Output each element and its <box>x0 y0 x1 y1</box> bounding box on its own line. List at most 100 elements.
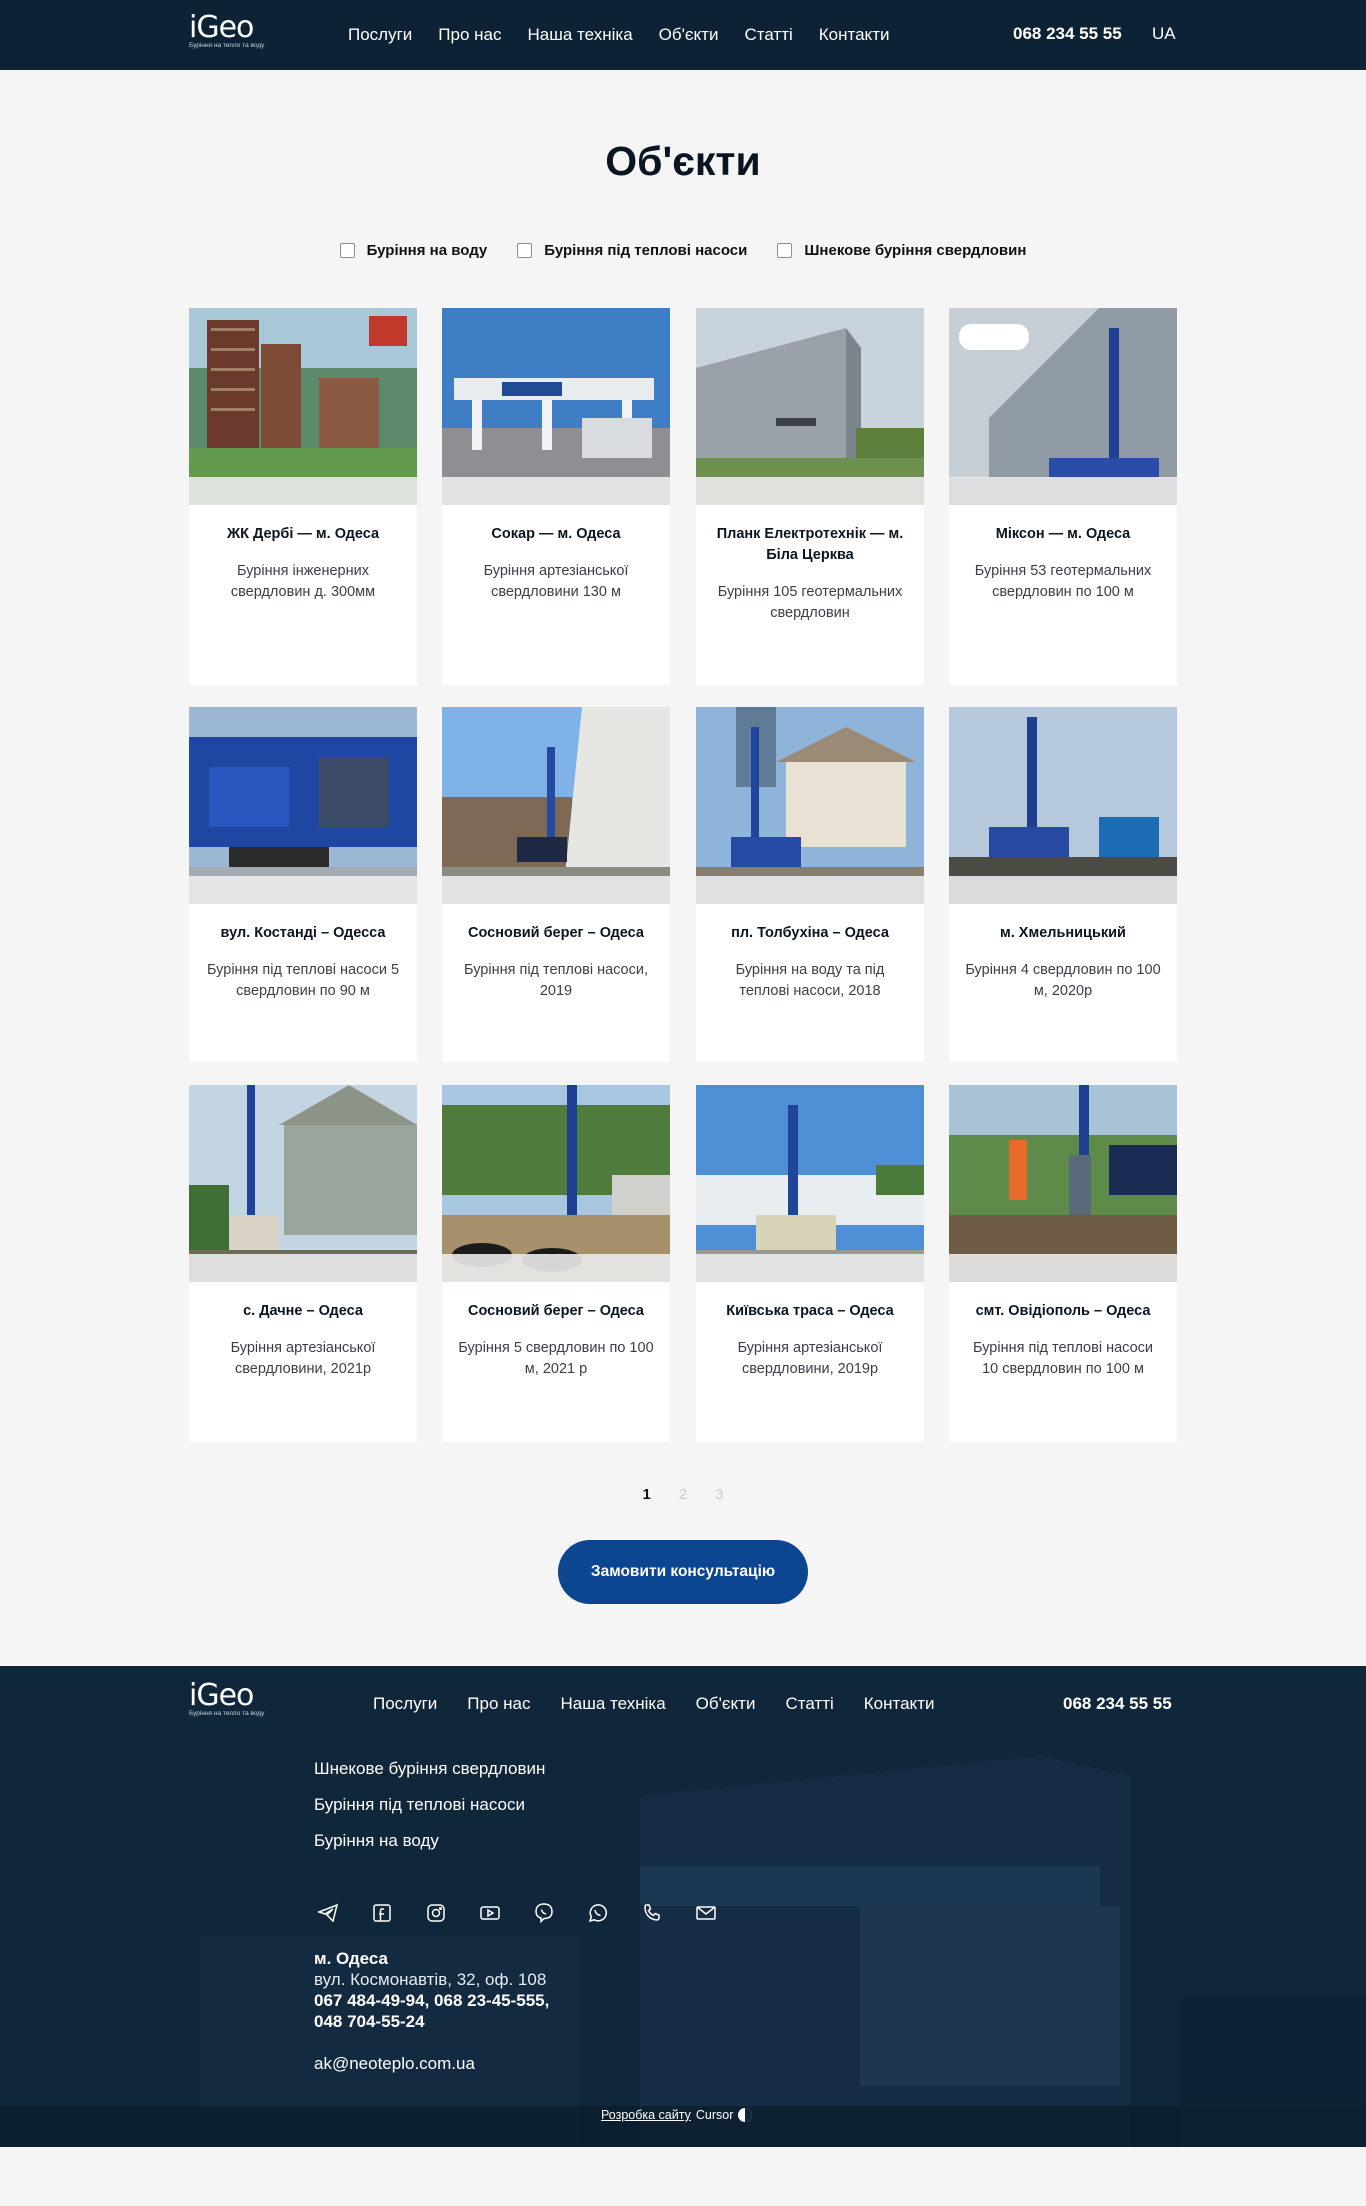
filter-checkbox[interactable] <box>339 242 355 258</box>
socar-gas-station-photo <box>442 308 670 505</box>
service-link-auger[interactable]: Шнекове буріння свердловин <box>314 1758 545 1794</box>
viber-icon[interactable] <box>532 1901 556 1925</box>
contact-city: м. Одеса <box>314 1949 388 1968</box>
footer-nav-item-objects[interactable]: Об'єкти <box>696 1694 756 1714</box>
filter-heat-pumps[interactable]: Буріння під теплові насоси <box>517 240 747 260</box>
card-photo-band <box>442 477 670 505</box>
card-description: Буріння під теплові насоси, 2019 <box>464 962 648 999</box>
object-card[interactable]: с. Дачне – Одеса Буріння артезіанської с… <box>189 1085 417 1442</box>
card-title: Планк Електротехнік — м. Біла Церква <box>716 526 904 563</box>
credit-link[interactable]: Розробка сайту <box>601 2108 691 2122</box>
mixon-building-rig-photo <box>949 308 1177 505</box>
object-card[interactable]: Міксон — м. Одеса Буріння 53 геотермальн… <box>949 308 1177 685</box>
footer-contacts: м. Одеса вул. Космонавтів, 32, оф. 108 0… <box>314 1948 549 2032</box>
card-photo-band <box>696 477 924 505</box>
phone-icon[interactable] <box>640 1901 664 1925</box>
footer-phone[interactable]: 068 234 55 55 <box>1063 1694 1172 1714</box>
igeo-rig-on-truck-photo <box>189 707 417 904</box>
logo-tagline: Буріння на тепло та воду <box>189 42 265 49</box>
footer-nav-item-services[interactable]: Послуги <box>373 1694 437 1714</box>
card-photo <box>696 1085 924 1282</box>
youtube-icon[interactable] <box>478 1901 502 1925</box>
card-title: Сокар — м. Одеса <box>491 526 621 542</box>
footer-nav-item-articles[interactable]: Статті <box>785 1694 833 1714</box>
card-title: с. Дачне – Одеса <box>243 1303 363 1319</box>
card-photo-band <box>696 1254 924 1282</box>
card-photo-band <box>442 1254 670 1282</box>
footer-nav: Послуги Про нас Наша техніка Об'єкти Ста… <box>373 1694 964 1714</box>
object-card[interactable]: Сосновий берег – Одеса Буріння під тепло… <box>442 707 670 1062</box>
card-description: Буріння артезіанської свердловини, 2019р <box>737 1340 883 1377</box>
card-description: Буріння артезіанської свердловини, 2021р <box>230 1340 376 1377</box>
card-photo <box>949 308 1177 505</box>
card-title: смт. Овідіополь – Одеса <box>975 1303 1151 1319</box>
footer-logo-tagline: Буріння на тепло та воду <box>189 1710 265 1717</box>
contact-phones-line1: 067 484-49-94, 068 23-45-555, <box>314 1991 550 2010</box>
plank-factory-photo <box>696 308 924 505</box>
object-card[interactable]: м. Хмельницький Буріння 4 свердловин по … <box>949 707 1177 1062</box>
site-footer: iGeo Буріння на тепло та воду Послуги Пр… <box>0 1666 1366 2147</box>
card-photo-band <box>189 1254 417 1282</box>
telegram-icon[interactable] <box>316 1901 340 1925</box>
card-title: Сосновий берег – Одеса <box>468 925 644 941</box>
contact-email[interactable]: ak@neoteplo.com.ua <box>314 2054 475 2074</box>
rig-at-village-house-photo <box>189 1085 417 1282</box>
instagram-icon[interactable] <box>424 1901 448 1925</box>
footer-nav-item-about[interactable]: Про нас <box>467 1694 530 1714</box>
header-phone[interactable]: 068 234 55 55 <box>1013 24 1122 44</box>
object-card[interactable]: Сосновий берег – Одеса Буріння 5 свердло… <box>442 1085 670 1442</box>
nav-item-contacts[interactable]: Контакти <box>819 25 890 45</box>
nav-item-about[interactable]: Про нас <box>438 25 501 45</box>
objects-grid: ЖК Дербі — м. Одеса Буріння інженерних с… <box>189 308 1177 1448</box>
filter-auger[interactable]: Шнекове буріння свердловин <box>777 240 1026 260</box>
footer-logo[interactable]: iGeo Буріння на тепло та воду <box>189 1681 265 1718</box>
page-title: Об'єкти <box>605 138 761 184</box>
mail-icon[interactable] <box>694 1901 718 1925</box>
card-title: Міксон — м. Одеса <box>995 526 1131 542</box>
workers-at-rig-photo <box>949 1085 1177 1282</box>
filter-checkbox[interactable] <box>777 242 793 258</box>
contact-phones-line2: 048 704-55-24 <box>314 2011 549 2032</box>
card-photo <box>949 707 1177 904</box>
object-card[interactable]: смт. Овідіополь – Одеса Буріння під тепл… <box>949 1085 1177 1442</box>
page-2-link[interactable]: 2 <box>679 1486 687 1503</box>
language-switcher[interactable]: UA <box>1152 24 1176 44</box>
object-card[interactable]: вул. Костанді – Одесса Буріння під тепло… <box>189 707 417 1062</box>
footer-nav-item-contacts[interactable]: Контакти <box>864 1694 935 1714</box>
service-link-heat-pumps[interactable]: Буріння під теплові насоси <box>314 1794 545 1830</box>
filter-water[interactable]: Буріння на воду <box>339 240 487 260</box>
card-photo-band <box>442 876 670 904</box>
object-card[interactable]: Київська траса – Одеса Буріння артезіанс… <box>696 1085 924 1442</box>
contact-phone-3[interactable]: 048 704-55-24 <box>314 2012 425 2031</box>
filter-label: Буріння під теплові насоси <box>544 241 748 259</box>
card-title: вул. Костанді – Одесса <box>220 925 386 941</box>
contact-phone-2[interactable]: 068 23-45-555 <box>434 1991 545 2010</box>
object-card[interactable]: Планк Електротехнік — м. Біла Церква Бур… <box>696 308 924 685</box>
card-description: Буріння 53 геотермальних свердловин по 1… <box>974 563 1152 600</box>
object-card[interactable]: ЖК Дербі — м. Одеса Буріння інженерних с… <box>189 308 417 685</box>
nav-item-objects[interactable]: Об'єкти <box>659 25 719 45</box>
logo[interactable]: iGeo Буріння на тепло та воду <box>189 13 265 50</box>
contact-address: вул. Космонавтів, 32, оф. 108 <box>314 1970 547 1989</box>
facebook-icon[interactable] <box>370 1901 394 1925</box>
object-card[interactable]: Сокар — м. Одеса Буріння артезіанської с… <box>442 308 670 685</box>
filter-checkbox[interactable] <box>517 242 533 258</box>
card-photo-band <box>949 1254 1177 1282</box>
card-photo <box>696 707 924 904</box>
page-1-link[interactable]: 1 <box>642 1486 650 1503</box>
whatsapp-icon[interactable] <box>586 1901 610 1925</box>
card-photo <box>189 1085 417 1282</box>
footer-nav-item-equipment[interactable]: Наша техніка <box>561 1694 666 1714</box>
nav-item-articles[interactable]: Статті <box>744 25 792 45</box>
site-header: iGeo Буріння на тепло та воду Послуги Пр… <box>0 0 1366 70</box>
page-3-link[interactable]: 3 <box>715 1486 723 1503</box>
service-link-water[interactable]: Буріння на воду <box>314 1830 545 1866</box>
social-links <box>316 1901 718 1925</box>
card-description: Буріння артезіанської свердловини 130 м <box>483 563 629 600</box>
object-card[interactable]: пл. Толбухіна – Одеса Буріння на воду та… <box>696 707 924 1062</box>
nav-item-equipment[interactable]: Наша техніка <box>528 25 633 45</box>
contact-phone-1[interactable]: 067 484-49-94 <box>314 1991 425 2010</box>
order-consultation-button[interactable]: Замовити консультацію <box>558 1540 808 1604</box>
nav-item-services[interactable]: Послуги <box>348 25 412 45</box>
card-title: Київська траса – Одеса <box>726 1303 894 1319</box>
